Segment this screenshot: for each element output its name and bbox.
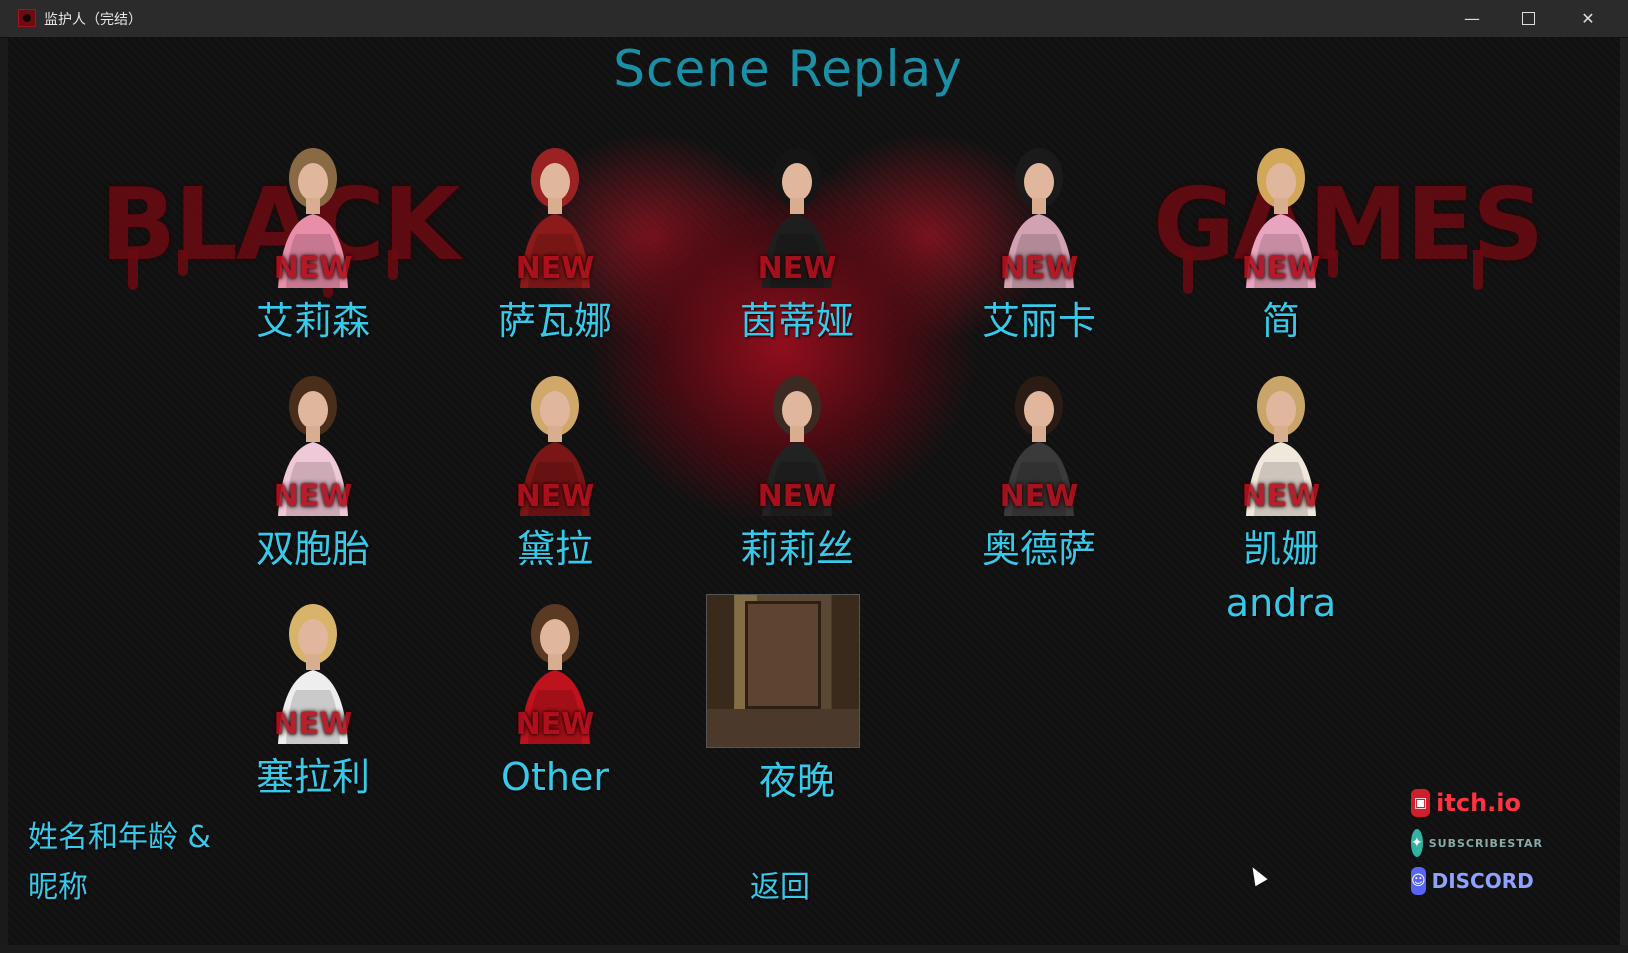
character-label[interactable]: 黛拉 [435, 522, 675, 576]
window-edge [0, 945, 1628, 953]
character-label[interactable]: 莉莉丝 [677, 522, 917, 576]
character-label[interactable]: 夜晚 [677, 750, 917, 805]
new-badge: NEW [1241, 251, 1321, 286]
names-ages-link[interactable]: 姓名和年龄 & [28, 812, 211, 856]
character-label[interactable]: 艾莉森 [193, 294, 433, 348]
new-badge: NEW [1241, 479, 1321, 514]
character-portrait[interactable]: NEW [238, 594, 388, 744]
character-label[interactable]: 艾丽卡 [919, 294, 1159, 348]
character-portrait[interactable]: NEW [1206, 366, 1356, 516]
blood-drip [128, 250, 138, 290]
night-scene-thumbnail[interactable] [706, 594, 860, 748]
new-badge: NEW [757, 251, 837, 286]
new-badge: NEW [757, 479, 837, 514]
character-label[interactable]: 凯姗 andra [1161, 522, 1401, 630]
app-icon [18, 9, 36, 27]
subscribestar-label: SUBSCRIBESTAR [1428, 836, 1543, 850]
character-portrait[interactable]: NEW [964, 138, 1114, 288]
door-icon [745, 601, 821, 709]
new-badge: NEW [273, 251, 353, 286]
game-screen: BLACK GAMES Scene Replay NEW 艾莉森 NEW 萨瓦娜 NEW… [8, 38, 1620, 945]
close-button[interactable]: ✕ [1560, 0, 1616, 37]
discord-icon: ☺ [1411, 867, 1426, 895]
new-badge: NEW [515, 251, 595, 286]
new-badge: NEW [999, 251, 1079, 286]
subscribestar-icon: ✦ [1411, 829, 1423, 857]
character-portrait[interactable]: NEW [964, 366, 1114, 516]
character-portrait[interactable]: NEW [480, 594, 630, 744]
window-title-bar[interactable]: 监护人（完结） — ✕ [0, 0, 1628, 38]
page-title: Scene Replay [613, 40, 963, 98]
nicknames-link[interactable]: 昵称 [28, 862, 88, 906]
new-badge: NEW [273, 479, 353, 514]
discord-link[interactable]: ☺ DISCORD [1411, 864, 1534, 898]
character-label[interactable]: 萨瓦娜 [435, 294, 675, 348]
character-portrait[interactable]: NEW [480, 138, 630, 288]
character-portrait[interactable]: NEW [722, 138, 872, 288]
blood-drip [1473, 250, 1483, 290]
character-portrait[interactable]: NEW [1206, 138, 1356, 288]
back-button[interactable]: 返回 [750, 862, 810, 906]
character-portrait[interactable]: NEW [480, 366, 630, 516]
discord-label: DISCORD [1431, 869, 1534, 893]
character-label[interactable]: 塞拉利 [193, 750, 433, 804]
new-badge: NEW [999, 479, 1079, 514]
maximize-icon [1521, 12, 1535, 25]
floor [707, 709, 859, 747]
blood-drip [1183, 250, 1193, 294]
window-title: 监护人（完结） [44, 11, 142, 27]
new-badge: NEW [273, 707, 353, 742]
character-label[interactable]: 奥德萨 [919, 522, 1159, 576]
character-label[interactable]: Other [435, 750, 675, 804]
blood-drip [388, 250, 398, 280]
character-portrait[interactable]: NEW [238, 366, 388, 516]
itch-label: itch.io [1436, 789, 1521, 817]
new-badge: NEW [515, 479, 595, 514]
character-portrait[interactable]: NEW [722, 366, 872, 516]
character-label[interactable]: 双胞胎 [193, 522, 433, 576]
minimize-button[interactable]: — [1444, 0, 1500, 37]
character-label[interactable]: 简 [1161, 294, 1401, 348]
subscribestar-link[interactable]: ✦ SUBSCRIBESTAR [1411, 826, 1542, 860]
character-label[interactable]: 茵蒂娅 [677, 294, 917, 348]
character-portrait[interactable]: NEW [238, 138, 388, 288]
itch-icon: ▣ [1411, 789, 1431, 817]
maximize-button[interactable] [1500, 0, 1556, 37]
itch-link[interactable]: ▣ itch.io [1411, 786, 1521, 820]
window-edge [1620, 38, 1628, 953]
blood-drip [178, 250, 188, 276]
new-badge: NEW [515, 707, 595, 742]
